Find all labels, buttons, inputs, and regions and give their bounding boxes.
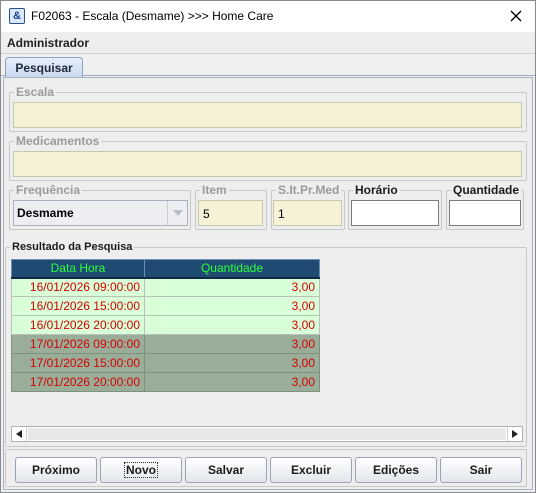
frequencia-label: Frequência (14, 183, 83, 197)
escala-label: Escala (14, 85, 57, 99)
app-window: & F02063 - Escala (Desmame) >>> Home Car… (0, 0, 536, 493)
medicamentos-label: Medicamentos (14, 134, 102, 148)
cell-datahora[interactable]: 16/01/2026 09:00:00 (11, 277, 145, 297)
scroll-thumb[interactable] (28, 428, 506, 440)
edicoes-button[interactable]: Edições (355, 457, 437, 483)
table-header-row: Data Hora Quantidade (11, 259, 320, 279)
scroll-right-button[interactable] (507, 427, 522, 441)
cell-datahora[interactable]: 17/01/2026 15:00:00 (11, 353, 145, 373)
novo-label: Novo (124, 462, 158, 478)
quantidade-label: Quantidade (451, 183, 522, 197)
tab-strip: Pesquisar (1, 54, 535, 77)
cell-datahora[interactable]: 16/01/2026 20:00:00 (11, 315, 145, 335)
cell-quantidade[interactable]: 3,00 (144, 353, 320, 373)
tab-pesquisar[interactable]: Pesquisar (5, 57, 83, 77)
quantidade-field[interactable] (449, 200, 521, 226)
excluir-button[interactable]: Excluir (270, 457, 352, 483)
sitprmed-field[interactable]: 1 (273, 200, 342, 226)
cell-datahora[interactable]: 16/01/2026 15:00:00 (11, 296, 145, 316)
table-row[interactable]: 16/01/2026 09:00:00 3,00 (11, 277, 320, 297)
salvar-button[interactable]: Salvar (185, 457, 267, 483)
scroll-left-button[interactable] (12, 427, 27, 441)
combo-arrow[interactable] (167, 201, 187, 225)
window-title: F02063 - Escala (Desmame) >>> Home Care (31, 9, 274, 23)
sair-button[interactable]: Sair (440, 457, 522, 483)
salvar-label: Salvar (207, 463, 245, 477)
user-role: Administrador (7, 36, 90, 50)
close-icon (510, 10, 522, 22)
table-row[interactable]: 16/01/2026 15:00:00 3,00 (11, 296, 320, 316)
horario-label: Horário (353, 183, 400, 197)
results-table: Data Hora Quantidade 16/01/2026 09:00:00… (11, 259, 320, 392)
proximo-button[interactable]: Próximo (15, 457, 97, 483)
app-icon: & (9, 8, 25, 24)
sair-label: Sair (469, 463, 493, 477)
cell-quantidade[interactable]: 3,00 (144, 315, 320, 335)
cell-quantidade[interactable]: 3,00 (144, 277, 320, 297)
table-row[interactable]: 17/01/2026 15:00:00 3,00 (11, 353, 320, 373)
table-row[interactable]: 17/01/2026 20:00:00 3,00 (11, 372, 320, 392)
excluir-label: Excluir (290, 463, 332, 477)
escala-field[interactable] (13, 102, 522, 128)
table-row[interactable]: 17/01/2026 09:00:00 3,00 (11, 334, 320, 354)
column-header-datahora[interactable]: Data Hora (11, 259, 145, 279)
cell-datahora[interactable]: 17/01/2026 20:00:00 (11, 372, 145, 392)
cell-quantidade[interactable]: 3,00 (144, 372, 320, 392)
item-field[interactable]: 5 (198, 200, 263, 226)
medicamentos-field[interactable] (13, 151, 522, 177)
title-bar: & F02063 - Escala (Desmame) >>> Home Car… (1, 1, 535, 32)
novo-button[interactable]: Novo (100, 457, 182, 483)
results-label: Resultado da Pesquisa (10, 241, 135, 253)
scroll-right-icon (512, 430, 518, 438)
proximo-label: Próximo (31, 463, 80, 477)
sitprmed-label: S.It.Pr.Med (276, 183, 342, 197)
cell-quantidade[interactable]: 3,00 (144, 334, 320, 354)
frequencia-select[interactable]: Desmame (13, 200, 188, 226)
cell-quantidade[interactable]: 3,00 (144, 296, 320, 316)
column-header-quantidade[interactable]: Quantidade (144, 259, 320, 279)
horizontal-scrollbar[interactable] (11, 426, 523, 442)
frequencia-value: Desmame (17, 206, 74, 220)
close-button[interactable] (501, 3, 531, 29)
horario-field[interactable] (351, 200, 439, 226)
table-row[interactable]: 16/01/2026 20:00:00 3,00 (11, 315, 320, 335)
item-label: Item (200, 183, 229, 197)
scroll-left-icon (16, 430, 22, 438)
cell-datahora[interactable]: 17/01/2026 09:00:00 (11, 334, 145, 354)
user-bar: Administrador (1, 32, 535, 54)
chevron-down-icon (172, 210, 183, 216)
edicoes-label: Edições (372, 463, 420, 477)
